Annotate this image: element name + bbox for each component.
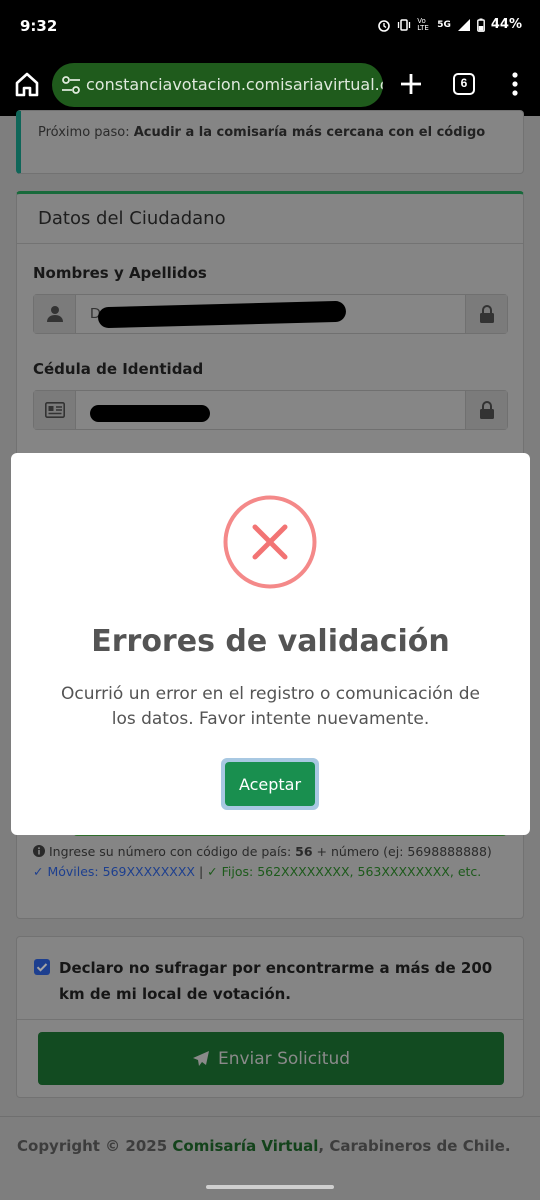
error-dialog: Errores de validación Ocurrió un error e… [11, 453, 530, 835]
lock-icon [480, 305, 494, 323]
copyright-prefix: Copyright © 2025 [17, 1137, 168, 1155]
id-label: Cédula de Identidad [33, 360, 204, 378]
signal-icon [457, 18, 470, 31]
redaction-mark [90, 405, 210, 422]
footer-brand-link[interactable]: Comisaría Virtual [172, 1137, 318, 1155]
format-separator: | [198, 864, 204, 879]
dialog-title: Errores de validación [91, 624, 450, 659]
url-text[interactable]: constanciavotacion.comisariavirtual.cl/v… [86, 75, 383, 94]
phone-format-hint: ✓ Móviles: 569XXXXXXXX | ✓ Fijos: 562XXX… [33, 864, 481, 879]
landline-format: ✓ Fijos: 562XXXXXXXX, 563XXXXXXXX, etc. [207, 864, 482, 879]
status-bar: 9:32 Vo LTE 5G 44% [0, 0, 540, 54]
phone-hint-suffix: + número (ej: 5698888888) [316, 844, 492, 859]
mobile-format: ✓ Móviles: 569XXXXXXXX [33, 864, 195, 879]
user-icon [47, 306, 63, 322]
next-step-action: Acudir a la comisaría más cercana con el… [133, 125, 486, 140]
tab-switcher-button[interactable]: 6 [453, 73, 475, 95]
battery-percent: 44% [490, 17, 522, 32]
network-5g-label: 5G [437, 19, 451, 30]
send-request-button[interactable]: Enviar Solicitud [38, 1032, 504, 1085]
id-card-icon [45, 402, 65, 418]
gesture-bar [206, 1185, 334, 1189]
dialog-message: Ocurrió un error en el registro o comuni… [60, 684, 481, 729]
status-icons: Vo LTE 5G 44% [377, 17, 522, 32]
id-field [33, 390, 508, 430]
id-field-suffix [465, 391, 507, 429]
name-field-prefix [34, 295, 76, 333]
phone-hint-prefix: Ingrese su número con código de país: [48, 844, 292, 859]
declaration-checkbox[interactable] [34, 959, 50, 975]
next-step-card: Próximo paso: Acudir a la comisaría más … [16, 110, 524, 174]
copyright-suffix: , Carabineros de Chile. [318, 1137, 511, 1155]
name-field-suffix [465, 295, 507, 333]
paper-plane-icon [192, 1050, 209, 1066]
alarm-icon [378, 19, 391, 32]
home-icon[interactable] [12, 69, 42, 99]
declaration-card: Declaro no sufragar por encontrarme a má… [16, 936, 524, 1098]
check-icon [36, 963, 48, 972]
phone-hint: Ingrese su número con código de país: 56… [33, 844, 492, 859]
status-time: 9:32 [20, 17, 58, 35]
overflow-menu-icon[interactable] [511, 71, 519, 97]
next-step-prefix: Próximo paso: [38, 125, 130, 140]
battery-icon [476, 18, 485, 32]
site-settings-icon[interactable] [61, 76, 81, 94]
name-field: D [33, 294, 508, 334]
send-request-label: Enviar Solicitud [217, 1048, 351, 1069]
redaction-mark [97, 300, 347, 329]
footer: Copyright © 2025 Comisaría Virtual, Cara… [0, 1116, 540, 1176]
copyright-text: Copyright © 2025 Comisaría Virtual, Cara… [17, 1137, 511, 1155]
next-step-text: Próximo paso: Acudir a la comisaría más … [38, 125, 485, 140]
name-label: Nombres y Apellidos [33, 264, 207, 282]
citizen-card-header: Datos del Ciudadano [17, 194, 523, 244]
lock-icon [480, 401, 494, 419]
accept-button-label[interactable]: Aceptar [225, 762, 315, 806]
divider [17, 1019, 523, 1020]
vibrate-icon [398, 18, 411, 31]
browser-toolbar: constanciavotacion.comisariavirtual.cl/v… [0, 54, 540, 116]
phone-hint-code: 56 [295, 844, 313, 859]
id-field-prefix [34, 391, 76, 429]
error-x-icon [223, 495, 317, 589]
accept-button[interactable]: Aceptar [221, 758, 319, 810]
declaration-text[interactable]: Declaro no sufragar por encontrarme a má… [59, 955, 514, 1007]
volte-label: Vo LTE [417, 16, 429, 32]
info-icon [33, 845, 45, 857]
citizen-card-title: Datos del Ciudadano [38, 208, 226, 229]
address-bar[interactable]: constanciavotacion.comisariavirtual.cl/v… [52, 63, 383, 107]
new-tab-icon[interactable] [398, 71, 424, 97]
